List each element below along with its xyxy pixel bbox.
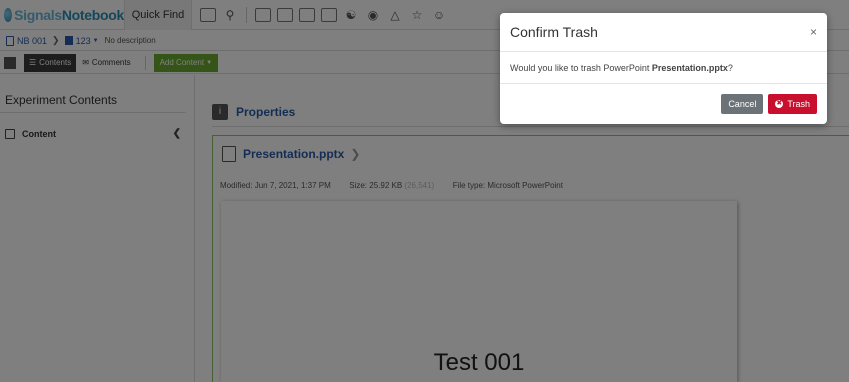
confirm-trash-dialog: Confirm Trash × Would you like to trash … [500,13,827,124]
dialog-body: Would you like to trash PowerPoint Prese… [500,52,827,84]
dialog-footer: Cancel ✖ Trash [500,84,827,123]
dialog-message-prefix: Would you like to trash PowerPoint [510,62,652,73]
dialog-title: Confirm Trash [510,24,598,40]
trash-circle-icon: ✖ [775,99,784,108]
cancel-button[interactable]: Cancel [721,93,764,114]
dialog-message-suffix: ? [727,62,733,73]
trash-button[interactable]: ✖ Trash [768,93,817,114]
dialog-message-filename: Presentation.pptx [651,62,728,73]
dialog-message: Would you like to trash PowerPoint Prese… [510,63,733,73]
close-icon[interactable]: × [810,25,817,39]
dialog-header: Confirm Trash × [500,13,827,52]
trash-button-label: Trash [787,98,810,109]
